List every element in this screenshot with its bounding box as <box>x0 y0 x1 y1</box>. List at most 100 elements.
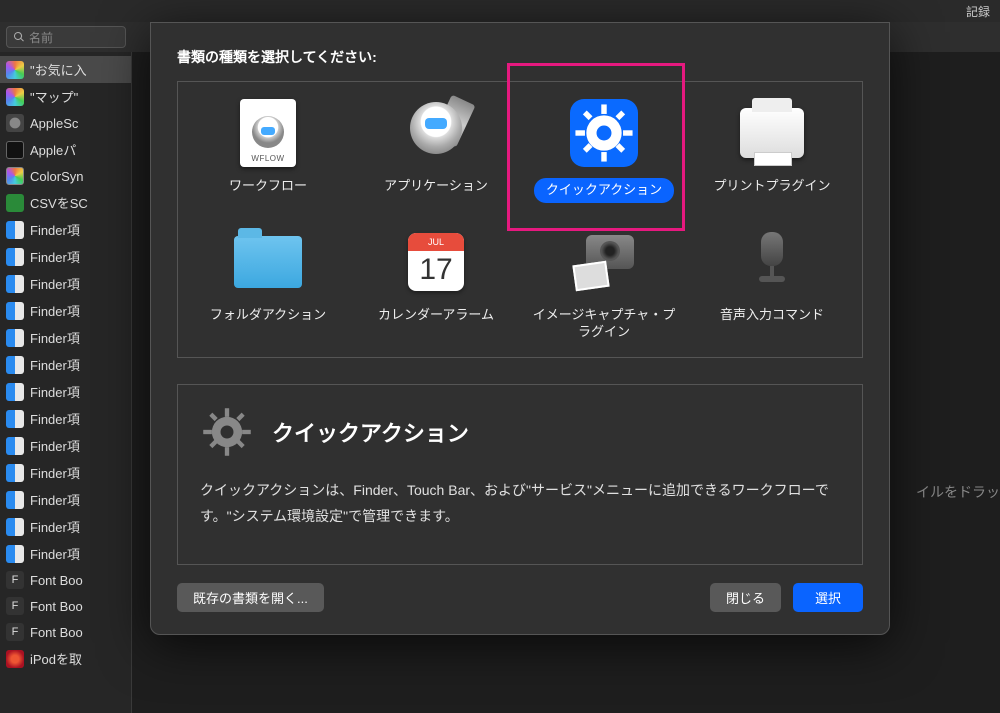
sidebar-item[interactable]: F Font Boo <box>0 619 131 645</box>
sidebar-item-label: Finder項 <box>30 247 80 266</box>
sidebar-item-icon <box>6 248 24 266</box>
sidebar-item-label: Finder項 <box>30 436 80 455</box>
sidebar-item-icon <box>6 650 24 668</box>
sidebar-item[interactable]: Finder項 <box>0 513 131 540</box>
sidebar-item-icon <box>6 61 24 79</box>
sidebar-item-icon <box>6 194 24 212</box>
sidebar-item-label: Finder項 <box>30 274 80 293</box>
close-button[interactable]: 閉じる <box>710 583 781 612</box>
sidebar-item-icon <box>6 275 24 293</box>
sidebar-item[interactable]: ColorSyn <box>0 163 131 189</box>
application-icon <box>401 98 471 168</box>
type-application[interactable]: アプリケーション <box>356 98 516 203</box>
dictation-icon <box>737 227 807 297</box>
sidebar-item-label: Finder項 <box>30 355 80 374</box>
sidebar-item-icon <box>6 302 24 320</box>
sidebar-item[interactable]: Finder項 <box>0 270 131 297</box>
sidebar-item-label: Finder項 <box>30 490 80 509</box>
type-workflow[interactable]: WFLOWワークフロー <box>188 98 348 203</box>
button-row: 既存の書類を開く... 閉じる 選択 <box>177 583 863 612</box>
sidebar-item-label: Font Boo <box>30 573 83 588</box>
type-dictation[interactable]: 音声入力コマンド <box>692 227 852 341</box>
sidebar-item-label: Finder項 <box>30 517 80 536</box>
sidebar-item[interactable]: Finder項 <box>0 324 131 351</box>
sidebar-item[interactable]: Finder項 <box>0 459 131 486</box>
sidebar-item[interactable]: Appleパ <box>0 136 131 163</box>
sidebar-item-label: "お気に入 <box>30 60 87 79</box>
type-printplugin[interactable]: プリントプラグイン <box>692 98 852 203</box>
menubar: 記録 <box>0 0 1000 22</box>
description-body: クイックアクションは、Finder、Touch Bar、および"サービス"メニュ… <box>200 477 840 530</box>
sidebar-item-label: CSVをSC <box>30 193 88 212</box>
search-input[interactable]: 名前 <box>6 26 126 48</box>
sidebar-item-icon <box>6 545 24 563</box>
sidebar-item-icon <box>6 491 24 509</box>
type-label: プリントプラグイン <box>713 178 830 195</box>
menu-record[interactable]: 記録 <box>966 3 990 20</box>
sidebar-item[interactable]: Finder項 <box>0 378 131 405</box>
sidebar-item-icon <box>6 88 24 106</box>
sidebar-item[interactable]: CSVをSC <box>0 189 131 216</box>
type-folderaction[interactable]: フォルダアクション <box>188 227 348 341</box>
sidebar-item-icon <box>6 437 24 455</box>
sidebar-item[interactable]: AppleSc <box>0 110 131 136</box>
sidebar-item[interactable]: "マップ" <box>0 83 131 110</box>
type-imagecapture[interactable]: イメージキャプチャ・プラグイン <box>524 227 684 341</box>
type-grid: WFLOWワークフローアプリケーション クイックアクション プリントプラグインフォル… <box>188 98 852 341</box>
sidebar-item-icon: F <box>6 597 24 615</box>
sidebar-item-icon <box>6 383 24 401</box>
new-document-sheet: 書類の種類を選択してください: WFLOWワークフローアプリケーションクイックア… <box>150 22 890 635</box>
sidebar-item[interactable]: Finder項 <box>0 432 131 459</box>
sidebar-item-label: Finder項 <box>30 301 80 320</box>
sidebar-item[interactable]: iPodを取 <box>0 645 131 672</box>
sidebar-item[interactable]: Finder項 <box>0 216 131 243</box>
sidebar-item[interactable]: Finder項 <box>0 486 131 513</box>
sidebar-item-label: Finder項 <box>30 409 80 428</box>
sidebar-item-label: Finder項 <box>30 544 80 563</box>
type-label: カレンダーアラーム <box>378 307 494 324</box>
sidebar-item[interactable]: Finder項 <box>0 540 131 567</box>
type-label: クイックアクション <box>534 178 674 203</box>
sidebar-item-icon: F <box>6 571 24 589</box>
sidebar-item-icon <box>6 356 24 374</box>
sidebar-item-label: Finder項 <box>30 382 80 401</box>
type-label: アプリケーション <box>384 178 488 195</box>
open-existing-button[interactable]: 既存の書類を開く... <box>177 583 324 612</box>
description-title: クイックアクション <box>272 416 469 448</box>
sidebar-item-label: "マップ" <box>30 87 78 106</box>
sidebar-item[interactable]: Finder項 <box>0 243 131 270</box>
sidebar-item-label: Font Boo <box>30 625 83 640</box>
sidebar-item-label: Appleパ <box>30 140 76 159</box>
quickaction-icon <box>569 98 639 168</box>
search-icon <box>13 31 25 43</box>
folderaction-icon <box>233 227 303 297</box>
workflow-icon: WFLOW <box>233 98 303 168</box>
sidebar-item[interactable]: Finder項 <box>0 405 131 432</box>
sidebar-item[interactable]: Finder項 <box>0 297 131 324</box>
choose-button[interactable]: 選択 <box>793 583 863 612</box>
sidebar-item-icon <box>6 167 24 185</box>
sidebar-item[interactable]: Finder項 <box>0 351 131 378</box>
type-calendaralarm[interactable]: JUL17 カレンダーアラーム <box>356 227 516 341</box>
sidebar-item-label: ColorSyn <box>30 169 83 184</box>
gear-icon <box>200 405 254 459</box>
sheet-title: 書類の種類を選択してください: <box>177 47 863 67</box>
sidebar-item-icon <box>6 221 24 239</box>
sidebar-item-icon <box>6 518 24 536</box>
sidebar-item-icon <box>6 141 24 159</box>
sidebar-item-icon: F <box>6 623 24 641</box>
sidebar-item-icon <box>6 114 24 132</box>
sidebar-item-icon <box>6 410 24 428</box>
printplugin-icon <box>737 98 807 168</box>
search-placeholder: 名前 <box>29 29 53 46</box>
sidebar-item[interactable]: F Font Boo <box>0 567 131 593</box>
type-grid-frame: WFLOWワークフローアプリケーション クイックアクション プリントプラグインフォル… <box>177 81 863 358</box>
type-quickaction[interactable]: クイックアクション <box>524 98 684 203</box>
sidebar-item-label: Font Boo <box>30 599 83 614</box>
calendaralarm-icon: JUL17 <box>401 227 471 297</box>
type-label: イメージキャプチャ・プラグイン <box>529 307 679 341</box>
sidebar: "お気に入 "マップ" AppleSc Appleパ ColorSyn CSVをSC Fin… <box>0 52 132 713</box>
sidebar-item-icon <box>6 329 24 347</box>
sidebar-item[interactable]: F Font Boo <box>0 593 131 619</box>
sidebar-item[interactable]: "お気に入 <box>0 56 131 83</box>
